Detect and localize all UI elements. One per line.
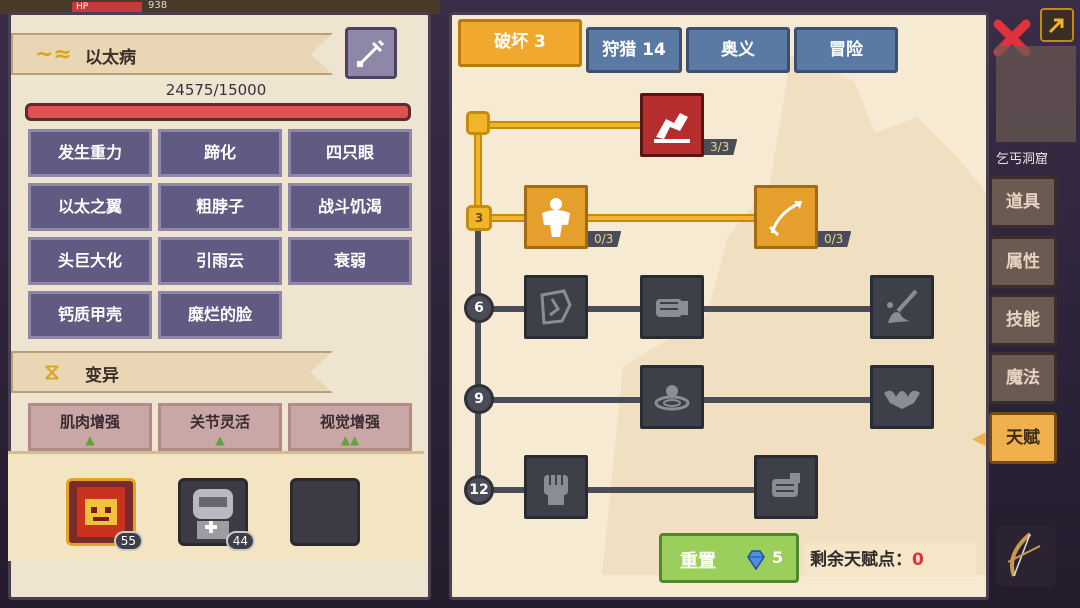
tier-node: 6	[464, 293, 494, 323]
disease-chip[interactable]: 引雨云	[158, 237, 282, 285]
hp-bar: HP	[72, 2, 142, 12]
talent-count: 0/3	[588, 231, 622, 247]
punch-icon	[656, 299, 688, 317]
tab-hunt[interactable]: 狩猎 14	[586, 27, 682, 73]
tier-node: 12	[464, 475, 494, 505]
diamond-icon	[744, 548, 768, 572]
map-expand-button[interactable]	[1040, 8, 1074, 42]
muscle-body-icon	[542, 198, 570, 237]
splash-icon	[887, 289, 918, 323]
rock-break-icon	[540, 289, 572, 325]
disease-progress: 24575/15000	[165, 81, 267, 99]
mutation-label: 肌肉增强	[59, 413, 120, 431]
disease-chip[interactable]: 糜烂的脸	[158, 291, 282, 339]
disease-chip[interactable]: 战斗饥渴	[288, 183, 412, 231]
mutation-label: 视觉增强	[319, 413, 380, 431]
talent-punch[interactable]	[640, 275, 704, 339]
disease-ribbon: ~≈ 以太病	[11, 33, 333, 75]
tier-node: 3	[466, 205, 492, 231]
mutation-chip[interactable]: 关节灵活 ▲	[158, 403, 282, 451]
talent-fist[interactable]	[524, 455, 588, 519]
talent-rock-break[interactable]	[524, 275, 588, 339]
syringe-icon	[357, 39, 385, 67]
talent-ripple[interactable]	[640, 365, 704, 429]
fist-grab-icon	[772, 473, 800, 497]
ether-icon: ~≈	[35, 42, 72, 67]
hp-value: 938	[148, 0, 168, 11]
location-label: 乞丐洞窟	[996, 152, 1049, 167]
disease-chip[interactable]: 头巨大化	[28, 237, 152, 285]
branch-line	[480, 214, 762, 222]
reset-cost: 5	[772, 548, 784, 567]
mutation-label: 关节灵活	[189, 413, 250, 431]
ripple-icon	[654, 385, 690, 411]
talent-arrow[interactable]	[754, 185, 818, 249]
arm-wrestle-icon	[654, 113, 690, 143]
side-tab-skills[interactable]: 技能	[989, 294, 1057, 346]
side-tab-items[interactable]: 道具	[989, 176, 1057, 228]
tree-trunk-gold	[474, 121, 482, 217]
level-badge: 55	[113, 531, 143, 551]
bat-icon	[884, 390, 920, 409]
disease-chip[interactable]: 以太之翼	[28, 183, 152, 231]
minimap	[996, 46, 1076, 142]
disease-chip[interactable]: 蹄化	[158, 129, 282, 177]
talent-panel: 破坏 3 狩猎 14 奥义 冒险 3 6 9 12 3/3 0/3 0/3 重置…	[449, 12, 989, 600]
side-tab-magic[interactable]: 魔法	[989, 352, 1057, 404]
tree-trunk	[475, 215, 481, 491]
tier-node-start	[466, 111, 490, 135]
talent-bat[interactable]	[870, 365, 934, 429]
mutation-ribbon: ⧖ 变异	[11, 351, 333, 393]
upgrade-arrow: ▲	[85, 433, 95, 447]
upgrade-arrow: ▲▲	[340, 433, 360, 447]
tab-destroy[interactable]: 破坏 3	[458, 19, 582, 67]
reset-button[interactable]: 重置 5	[659, 533, 799, 583]
companion-slot[interactable]: 55	[66, 478, 143, 551]
active-tab-arrow-icon: ◀	[972, 428, 986, 449]
disease-bar	[25, 103, 411, 121]
companion-slot[interactable]: 44	[178, 478, 255, 551]
branch-line	[480, 121, 644, 129]
disease-chip[interactable]: 钙质甲壳	[28, 291, 152, 339]
talent-muscle[interactable]	[524, 185, 588, 249]
fist-icon	[544, 475, 568, 505]
remaining-points: 剩余天赋点：0	[804, 543, 976, 577]
mutation-chip[interactable]: 视觉增强 ▲▲	[288, 403, 412, 451]
talent-count: 3/3	[704, 139, 738, 155]
bow-icon	[1007, 532, 1041, 577]
level-badge: 44	[225, 531, 255, 551]
talent-splash[interactable]	[870, 275, 934, 339]
remaining-value: 0	[912, 550, 924, 570]
upgrade-arrow: ▲	[215, 433, 225, 447]
tab-mystery[interactable]: 奥义	[686, 27, 790, 73]
bow-button[interactable]	[996, 526, 1056, 586]
companion-tray: 55 44	[8, 451, 424, 561]
talent-fist-grab[interactable]	[754, 455, 818, 519]
talent-count: 0/3	[818, 231, 852, 247]
disease-title: 以太病	[85, 48, 136, 68]
remaining-label: 剩余天赋点：	[810, 550, 912, 570]
disease-chip[interactable]: 衰弱	[288, 237, 412, 285]
disease-chip[interactable]: 发生重力	[28, 129, 152, 177]
disease-chip[interactable]: 四只眼	[288, 129, 412, 177]
arrow-icon	[768, 201, 802, 237]
disease-chip[interactable]: 粗脖子	[158, 183, 282, 231]
expand-icon	[1048, 18, 1064, 34]
syringe-button[interactable]	[345, 27, 397, 79]
tier-node: 9	[464, 384, 494, 414]
side-tab-talent[interactable]: 天赋	[989, 412, 1057, 464]
talent-arm-wrestle[interactable]	[640, 93, 704, 157]
tab-adventure[interactable]: 冒险	[794, 27, 898, 73]
mutation-title: 变异	[85, 366, 119, 386]
empty-companion-slot[interactable]	[290, 478, 360, 546]
branch-line	[480, 487, 762, 493]
side-tab-attributes[interactable]: 属性	[989, 236, 1057, 288]
reset-label: 重置	[680, 551, 716, 572]
dna-icon: ⧖	[44, 360, 60, 385]
mutation-chip[interactable]: 肌肉增强 ▲	[28, 403, 152, 451]
